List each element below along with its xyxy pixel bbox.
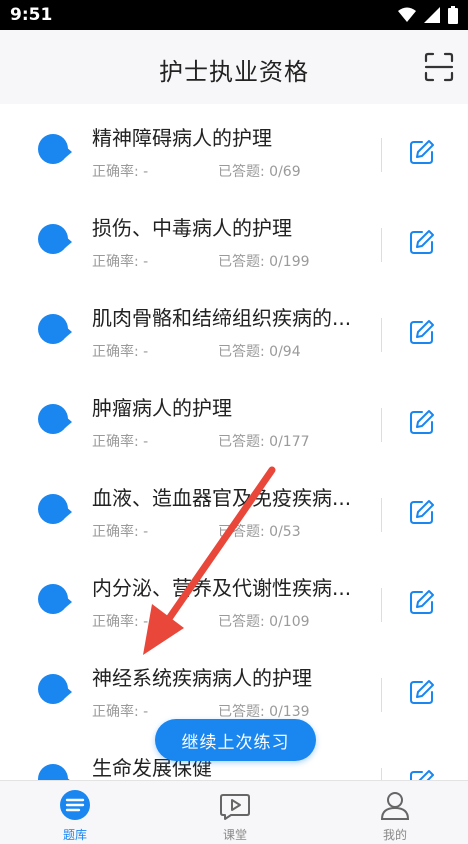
divider — [381, 498, 382, 532]
divider — [381, 678, 382, 712]
profile-icon — [380, 792, 410, 820]
edit-icon[interactable] — [408, 408, 436, 436]
edit-icon[interactable] — [408, 138, 436, 166]
status-bar: 9:51 — [0, 0, 468, 30]
chapter-name: 损伤、中毒病人的护理 — [92, 216, 292, 240]
tab-label: 课堂 — [222, 828, 247, 842]
bottom-tab-bar: 题库 课堂 我的 — [0, 780, 468, 844]
chapter-name: 血液、造血器官及免疫疾病... — [92, 486, 352, 510]
divider — [381, 228, 382, 262]
tab-class[interactable]: 课堂 — [195, 781, 275, 844]
chapter-accuracy: 正确率: - — [92, 164, 149, 180]
battery-icon — [448, 6, 458, 24]
chapter-item[interactable]: 内分泌、营养及代谢性疾病... 正确率: - 已答题: 0/109 — [0, 566, 468, 656]
chapter-accuracy: 正确率: - — [92, 434, 149, 450]
chapter-accuracy: 正确率: - — [92, 254, 149, 270]
chapter-answered: 已答题: 0/94 — [218, 344, 301, 360]
chapter-item[interactable]: 血液、造血器官及免疫疾病... 正确率: - 已答题: 0/53 — [0, 476, 468, 566]
chapter-item[interactable]: 肿瘤病人的护理 正确率: - 已答题: 0/177 — [0, 386, 468, 476]
divider — [381, 138, 382, 172]
chapter-list[interactable]: 精神障碍病人的护理 正确率: - 已答题: 0/69 损伤、中毒病人的护理 正确… — [0, 104, 468, 780]
status-icons — [398, 6, 458, 24]
divider — [381, 318, 382, 352]
chapter-bullet-icon — [38, 404, 72, 434]
divider — [381, 588, 382, 622]
edit-icon[interactable] — [408, 678, 436, 706]
tab-question-bank[interactable]: 题库 — [35, 781, 115, 844]
chapter-answered: 已答题: 0/53 — [218, 524, 301, 540]
chapter-item[interactable]: 精神障碍病人的护理 正确率: - 已答题: 0/69 — [0, 116, 468, 206]
wifi-icon — [398, 7, 416, 22]
tab-label: 题库 — [62, 828, 87, 842]
continue-practice-button[interactable]: 继续上次练习 — [155, 719, 316, 761]
chapter-bullet-icon — [38, 584, 72, 614]
page-title: 护士执业资格 — [159, 58, 309, 86]
edit-icon[interactable] — [408, 228, 436, 256]
chapter-accuracy: 正确率: - — [92, 524, 149, 540]
edit-icon[interactable] — [408, 498, 436, 526]
chapter-answered: 已答题: 0/177 — [218, 434, 310, 450]
chapter-name: 内分泌、营养及代谢性疾病... — [92, 576, 352, 600]
chapter-bullet-icon — [38, 224, 72, 254]
scan-icon[interactable] — [424, 52, 454, 82]
chapter-bullet-icon — [38, 314, 72, 344]
chapter-accuracy: 正确率: - — [92, 614, 149, 630]
status-time: 9:51 — [10, 5, 53, 25]
edit-icon[interactable] — [408, 318, 436, 346]
chapter-answered: 已答题: 0/199 — [218, 254, 310, 270]
chapter-bullet-icon — [38, 494, 72, 524]
divider — [381, 408, 382, 442]
chapter-item[interactable]: 损伤、中毒病人的护理 正确率: - 已答题: 0/199 — [0, 206, 468, 296]
divider — [381, 768, 382, 780]
app-header: 护士执业资格 — [0, 30, 468, 104]
chapter-bullet-icon — [38, 674, 72, 704]
chapter-name: 神经系统疾病病人的护理 — [92, 666, 312, 690]
video-class-icon — [220, 794, 250, 820]
chapter-answered: 已答题: 0/69 — [218, 164, 301, 180]
chapter-item[interactable]: 肌肉骨骼和结缔组织疾病的... 正确率: - 已答题: 0/94 — [0, 296, 468, 386]
tab-mine[interactable]: 我的 — [355, 781, 435, 844]
edit-icon[interactable] — [408, 768, 436, 780]
chapter-bullet-icon — [38, 134, 72, 164]
chapter-accuracy: 正确率: - — [92, 704, 149, 720]
chapter-accuracy: 正确率: - — [92, 344, 149, 360]
chapter-answered: 已答题: 0/109 — [218, 614, 310, 630]
chapter-name: 精神障碍病人的护理 — [92, 126, 272, 150]
question-bank-icon — [60, 790, 90, 820]
chapter-bullet-icon — [38, 764, 72, 780]
tab-label: 我的 — [382, 828, 407, 842]
chapter-answered: 已答题: 0/139 — [218, 704, 310, 720]
chapter-name: 肌肉骨骼和结缔组织疾病的... — [92, 306, 352, 330]
chapter-name: 肿瘤病人的护理 — [92, 396, 232, 420]
signal-icon — [424, 7, 440, 23]
edit-icon[interactable] — [408, 588, 436, 616]
